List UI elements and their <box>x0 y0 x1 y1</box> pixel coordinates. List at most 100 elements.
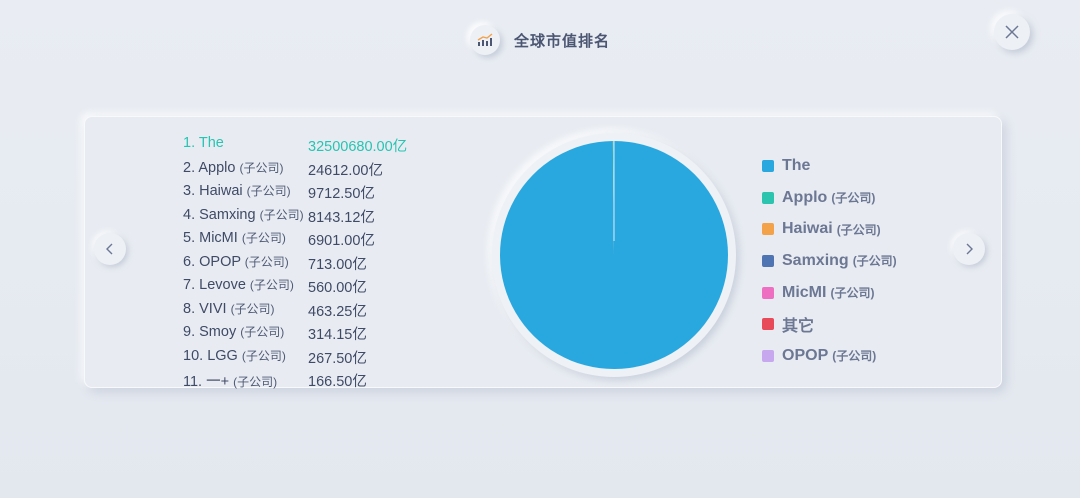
ranking-row: 3. Haiwai (子公司) 9712.50亿 <box>183 180 483 204</box>
market-cap-value: 267.50亿 <box>308 350 367 367</box>
company-subtitle: (子公司) <box>233 375 278 389</box>
market-cap-value: 9712.50亿 <box>308 186 375 202</box>
legend-subtitle: (子公司) <box>832 349 877 364</box>
header: 全球市值排名 <box>0 22 1080 58</box>
company-name: OPOP <box>199 253 241 270</box>
legend-swatch <box>762 318 774 331</box>
ranking-number: 10. <box>183 347 204 364</box>
company-name: Applo <box>198 159 236 176</box>
market-cap-value: 24612.00亿 <box>308 162 383 179</box>
ranking-number: 2. <box>183 159 196 176</box>
ranking-number: 3. <box>183 183 196 199</box>
company-subtitle: (子公司) <box>246 184 291 198</box>
ranking-list: 1. The 32500680.00亿 2. Applo (子公司) 24612.00… <box>183 133 483 392</box>
legend-label: The <box>782 156 811 174</box>
company-name: LGG <box>207 347 238 364</box>
ranking-row: 1. The 32500680.00亿 <box>183 133 483 157</box>
ranking-name: 7. Levove (子公司) <box>183 276 294 293</box>
company-subtitle: (子公司) <box>240 325 285 339</box>
company-subtitle: (子公司) <box>241 231 286 245</box>
legend-subtitle: (子公司) <box>830 286 875 301</box>
ranking-row: 11. 一+ (子公司) 166.50亿 <box>183 368 483 392</box>
ranking-row: 8. VIVI (子公司) 463.25亿 <box>183 298 483 322</box>
company-name: Levove <box>199 277 246 293</box>
ranking-name: 6. OPOP (子公司) <box>183 253 289 270</box>
company-name: VIVI <box>199 300 227 317</box>
prev-button[interactable] <box>94 233 126 265</box>
ranking-number: 5. <box>183 230 196 246</box>
legend-swatch <box>762 349 774 362</box>
legend-label: OPOP <box>782 346 829 364</box>
company-subtitle: (子公司) <box>249 278 294 292</box>
ranking-name: 10. LGG (子公司) <box>183 347 286 364</box>
pie-svg <box>499 141 728 369</box>
growth-chart-icon <box>469 25 500 55</box>
ranking-row: 5. MicMI (子公司) 6901.00亿 <box>183 227 483 251</box>
ranking-name: 8. VIVI (子公司) <box>183 300 275 317</box>
market-cap-pie-chart <box>492 133 736 377</box>
legend-subtitle: (子公司) <box>831 191 876 206</box>
ranking-row: 9. Smoy (子公司) 314.15亿 <box>183 321 483 345</box>
legend-swatch <box>762 286 774 299</box>
ranking-row: 6. OPOP (子公司) 713.00亿 <box>183 251 483 275</box>
ranking-name: 4. Samxing (子公司) <box>183 206 304 223</box>
ranking-number: 9. <box>183 324 196 340</box>
ranking-number: 11. <box>183 374 203 390</box>
ranking-row: 2. Applo (子公司) 24612.00亿 <box>183 157 483 181</box>
legend-subtitle: (子公司) <box>836 222 881 237</box>
ranking-row: 7. Levove (子公司) 560.00亿 <box>183 274 483 298</box>
legend-swatch <box>762 254 774 267</box>
ranking-number: 7. <box>183 277 196 293</box>
market-cap-value: 8143.12亿 <box>308 209 375 226</box>
market-cap-value: 463.25亿 <box>308 303 367 320</box>
legend-item[interactable]: Applo (子公司) <box>762 182 897 214</box>
chevron-left-icon <box>106 243 113 255</box>
ranking-row: 10. LGG (子公司) 267.50亿 <box>183 345 483 369</box>
company-subtitle: (子公司) <box>244 254 289 269</box>
close-icon <box>1005 25 1019 39</box>
ranking-name: 1. The <box>183 135 224 151</box>
legend-item[interactable]: The <box>762 150 897 182</box>
ranking-row: 4. Samxing (子公司) 8143.12亿 <box>183 204 483 228</box>
company-subtitle: (子公司) <box>241 348 286 363</box>
next-button[interactable] <box>953 233 985 265</box>
company-name: Samxing <box>199 206 256 223</box>
ranking-name: 9. Smoy (子公司) <box>183 323 284 340</box>
company-name: Haiwai <box>199 183 243 199</box>
legend-label: Samxing <box>782 251 849 269</box>
company-name: 一+ <box>206 374 230 390</box>
legend-item[interactable]: Haiwai (子公司) <box>762 213 897 245</box>
market-cap-value: 314.15亿 <box>308 327 367 343</box>
legend-swatch <box>762 191 774 204</box>
ranking-number: 1. <box>183 135 196 151</box>
company-subtitle: (子公司) <box>230 301 275 316</box>
legend-item[interactable]: MicMI (子公司) <box>762 277 897 309</box>
ranking-number: 4. <box>183 206 196 223</box>
legend-swatch <box>762 159 774 172</box>
close-button[interactable] <box>994 14 1030 50</box>
market-cap-value: 713.00亿 <box>308 256 367 273</box>
legend-label: MicMI <box>782 283 827 301</box>
company-subtitle: (子公司) <box>259 207 304 222</box>
ranking-number: 8. <box>183 300 196 317</box>
company-name: Smoy <box>199 324 237 340</box>
chart-legend: The Applo (子公司) Haiwai (子公司) Samxing (子公司) MicM… <box>762 150 897 372</box>
legend-label: Haiwai <box>782 220 833 238</box>
page-title: 全球市值排名 <box>513 32 610 50</box>
ranking-name: 2. Applo (子公司) <box>183 159 283 176</box>
market-cap-value: 560.00亿 <box>308 280 367 296</box>
market-cap-value: 32500680.00亿 <box>308 139 408 155</box>
legend-item[interactable]: Samxing (子公司) <box>762 245 897 277</box>
legend-item[interactable]: OPOP (子公司) <box>762 340 897 372</box>
market-cap-value: 6901.00亿 <box>308 233 375 249</box>
company-name: The <box>198 135 224 151</box>
ranking-name: 11. 一+ (子公司) <box>183 370 277 391</box>
legend-swatch <box>762 223 774 236</box>
chevron-right-icon <box>966 243 973 255</box>
company-name: MicMI <box>199 230 238 246</box>
company-subtitle: (子公司) <box>239 160 284 175</box>
legend-item[interactable]: 其它 <box>762 308 897 340</box>
legend-label: 其它 <box>782 318 815 336</box>
ranking-name: 3. Haiwai (子公司) <box>183 182 291 199</box>
ranking-number: 6. <box>183 253 196 270</box>
